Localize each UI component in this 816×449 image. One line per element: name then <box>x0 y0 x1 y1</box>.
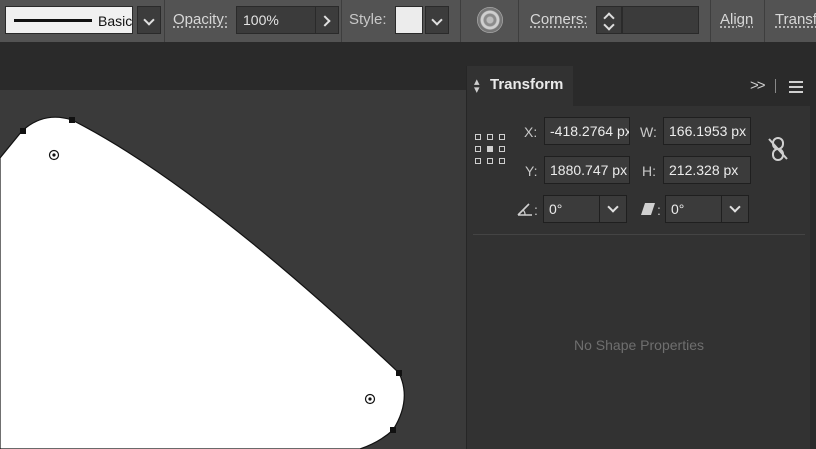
corners-stepper[interactable] <box>596 6 622 34</box>
artboard-canvas[interactable] <box>0 90 466 449</box>
graphic-style-dropdown-button[interactable] <box>425 6 449 34</box>
stroke-profile-label: Basic <box>98 13 133 29</box>
control-bar: Basic Opacity: 100% Style: Corners: Alig… <box>0 0 816 42</box>
panel-toggle-icon[interactable]: ▴ ▾ <box>474 77 480 96</box>
transform-link[interactable]: Transfo <box>775 11 816 28</box>
panel-title: Transform <box>490 76 564 93</box>
x-label: X: <box>524 124 538 140</box>
opacity-label[interactable]: Opacity: <box>173 11 228 28</box>
divider <box>341 0 342 42</box>
divider <box>473 234 805 235</box>
chevron-down-icon <box>143 14 155 26</box>
recolor-artwork-icon[interactable] <box>477 7 503 33</box>
stroke-profile-picker[interactable]: Basic <box>5 6 133 34</box>
panel-menu-icon[interactable] <box>789 81 803 93</box>
align-link[interactable]: Align <box>720 11 753 28</box>
anchor-point[interactable] <box>390 427 396 433</box>
y-label: Y: <box>525 163 538 179</box>
corner-widget[interactable] <box>364 393 376 405</box>
chevron-right-icon <box>319 15 331 27</box>
divider <box>710 0 711 42</box>
stroke-preview-line <box>14 19 92 22</box>
shear-angle-dropdown-button[interactable] <box>721 195 750 223</box>
no-shape-properties-message: No Shape Properties <box>574 337 704 353</box>
divider <box>764 0 765 42</box>
h-label: H: <box>642 163 656 179</box>
shear-angle-value: 0° <box>671 201 685 217</box>
chevron-down-icon <box>431 14 443 26</box>
corners-label[interactable]: Corners: <box>530 11 588 28</box>
angle-colon: : <box>534 202 538 218</box>
panel-header: ▴ ▾ Transform >> <box>467 66 811 106</box>
reference-point-icon[interactable] <box>475 134 505 164</box>
shear-colon: : <box>657 202 661 218</box>
x-position-input[interactable]: -418.2764 px <box>544 117 630 145</box>
chevron-down-icon <box>607 201 619 213</box>
w-label: W: <box>640 124 657 140</box>
transform-panel: ▴ ▾ Transform >> X: -418.2764 px W: 166.1… <box>466 66 811 449</box>
style-label: Style: <box>349 11 387 28</box>
tab-transform[interactable]: ▴ ▾ Transform <box>467 66 573 106</box>
rotate-angle-dropdown-button[interactable] <box>599 195 628 223</box>
divider <box>460 0 461 42</box>
shear-icon <box>641 203 655 215</box>
opacity-input[interactable]: 100% <box>236 6 316 34</box>
corners-input[interactable] <box>622 6 699 34</box>
canvas-artwork[interactable] <box>0 90 466 449</box>
constrain-proportions-icon[interactable] <box>765 136 791 162</box>
panel-dock-edge <box>810 66 816 449</box>
selected-shape[interactable] <box>0 116 405 449</box>
anchor-point[interactable] <box>20 128 26 134</box>
width-input[interactable]: 166.1953 px <box>663 117 751 145</box>
height-input[interactable]: 212.328 px <box>663 156 751 184</box>
anchor-point[interactable] <box>69 117 75 123</box>
chevron-down-icon <box>729 201 741 213</box>
chevron-down-icon <box>603 19 615 31</box>
graphic-style-swatch[interactable] <box>395 6 423 34</box>
divider <box>518 0 519 42</box>
anchor-point[interactable] <box>396 370 402 376</box>
rotate-angle-value: 0° <box>549 201 563 217</box>
corner-widget[interactable] <box>48 149 60 161</box>
divider <box>775 79 776 93</box>
y-position-input[interactable]: 1880.747 px <box>544 156 630 184</box>
collapse-icon[interactable]: >> <box>750 77 765 94</box>
opacity-expand-button[interactable] <box>315 6 339 34</box>
stroke-profile-dropdown-button[interactable] <box>137 6 161 34</box>
divider <box>164 0 165 42</box>
rotate-angle-icon <box>517 203 532 216</box>
